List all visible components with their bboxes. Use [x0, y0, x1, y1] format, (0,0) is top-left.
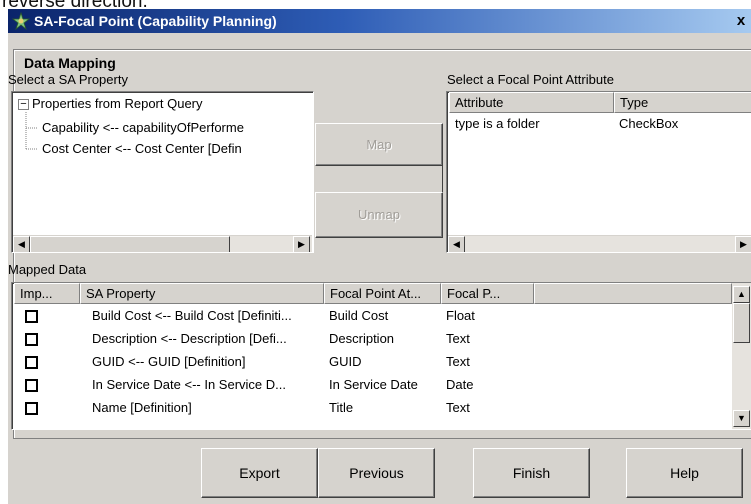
title-bar[interactable]: SA-Focal Point (Capability Planning) x — [8, 9, 751, 33]
sa-property-label: Select a SA Property — [8, 72, 128, 87]
mapped-data-table[interactable]: Imp... SA Property Focal Point At... Foc… — [11, 282, 751, 430]
scroll-thumb[interactable] — [30, 236, 230, 252]
tree-root-node[interactable]: − Properties from Report Query — [18, 96, 203, 111]
import-checkbox[interactable] — [25, 402, 38, 415]
focal-point-attribute-cell[interactable]: In Service Date — [329, 377, 439, 392]
unmap-button[interactable]: Unmap — [315, 192, 443, 238]
sa-property-cell[interactable]: Name [Definition] — [92, 400, 320, 415]
attribute-cell[interactable]: type is a folder — [455, 116, 610, 131]
type-cell[interactable]: CheckBox — [619, 116, 749, 131]
column-header-empty — [534, 283, 732, 304]
focal-point-type-cell[interactable]: Float — [446, 308, 531, 323]
focal-point-attribute-table[interactable]: Attribute Type type is a folder CheckBox… — [446, 91, 751, 253]
arrow-right-icon[interactable]: ▶ — [735, 236, 751, 252]
export-button[interactable]: Export — [201, 448, 318, 498]
arrow-up-icon[interactable]: ▲ — [733, 286, 750, 303]
focal-point-attribute-cell[interactable]: Title — [329, 400, 439, 415]
sa-property-cell[interactable]: Build Cost <-- Build Cost [Definiti... — [92, 308, 320, 323]
import-checkbox[interactable] — [25, 379, 38, 392]
focal-point-type-cell[interactable]: Text — [446, 331, 531, 346]
focal-point-type-cell[interactable]: Date — [446, 377, 531, 392]
group-legend: Data Mapping — [22, 55, 118, 71]
close-button[interactable]: x — [730, 11, 751, 31]
tree-child-node[interactable]: Cost Center <-- Cost Center [Defin — [42, 141, 242, 156]
mapped-data-label: Mapped Data — [8, 262, 87, 277]
focal-point-type-cell[interactable]: Text — [446, 354, 531, 369]
window-title: SA-Focal Point (Capability Planning) — [34, 13, 277, 29]
arrow-left-icon[interactable]: ◀ — [448, 236, 465, 252]
previous-button[interactable]: Previous — [318, 448, 435, 498]
sa-property-tree[interactable]: − Properties from Report Query Capability… — [11, 91, 314, 253]
column-header-focal-point-type[interactable]: Focal P... — [441, 283, 534, 304]
arrow-left-icon[interactable]: ◀ — [13, 236, 30, 252]
sa-property-cell[interactable]: In Service Date <-- In Service D... — [92, 377, 320, 392]
column-header-sa-property[interactable]: SA Property — [80, 283, 324, 304]
mapped-vertical-scrollbar[interactable]: ▲ ▼ — [732, 283, 751, 429]
scroll-thumb[interactable] — [733, 303, 750, 343]
import-checkbox[interactable] — [25, 333, 38, 346]
collapse-icon[interactable]: − — [18, 99, 29, 111]
sa-property-cell[interactable]: Description <-- Description [Defi... — [92, 331, 320, 346]
sa-property-cell[interactable]: GUID <-- GUID [Definition] — [92, 354, 320, 369]
column-header-imported[interactable]: Imp... — [14, 283, 80, 304]
focal-point-attribute-cell[interactable]: Description — [329, 331, 439, 346]
tree-connector-lines — [25, 112, 38, 150]
column-header-attribute[interactable]: Attribute — [449, 92, 614, 113]
attribute-horizontal-scrollbar[interactable]: ◀ ▶ — [448, 235, 751, 252]
arrow-right-icon[interactable]: ▶ — [293, 236, 310, 252]
map-button[interactable]: Map — [315, 123, 443, 166]
focal-point-attribute-cell[interactable]: GUID — [329, 354, 439, 369]
column-header-focal-point-attribute[interactable]: Focal Point At... — [324, 283, 441, 304]
focal-point-attribute-cell[interactable]: Build Cost — [329, 308, 439, 323]
button-spacer — [315, 166, 443, 192]
import-checkbox[interactable] — [25, 356, 38, 369]
tree-root-label: Properties from Report Query — [32, 96, 203, 111]
focal-point-attribute-label: Select a Focal Point Attribute — [447, 72, 614, 87]
help-button[interactable]: Help — [626, 448, 743, 498]
column-header-type[interactable]: Type — [614, 92, 751, 113]
tree-child-node[interactable]: Capability <-- capabilityOfPerforme — [42, 120, 244, 135]
dialog-window: SA-Focal Point (Capability Planning) x D… — [7, 9, 751, 504]
import-checkbox[interactable] — [25, 310, 38, 323]
sa-app-icon — [12, 12, 30, 30]
arrow-down-icon[interactable]: ▼ — [733, 410, 750, 427]
finish-button[interactable]: Finish — [473, 448, 590, 498]
tree-horizontal-scrollbar[interactable]: ◀ ▶ — [13, 235, 312, 252]
focal-point-type-cell[interactable]: Text — [446, 400, 531, 415]
